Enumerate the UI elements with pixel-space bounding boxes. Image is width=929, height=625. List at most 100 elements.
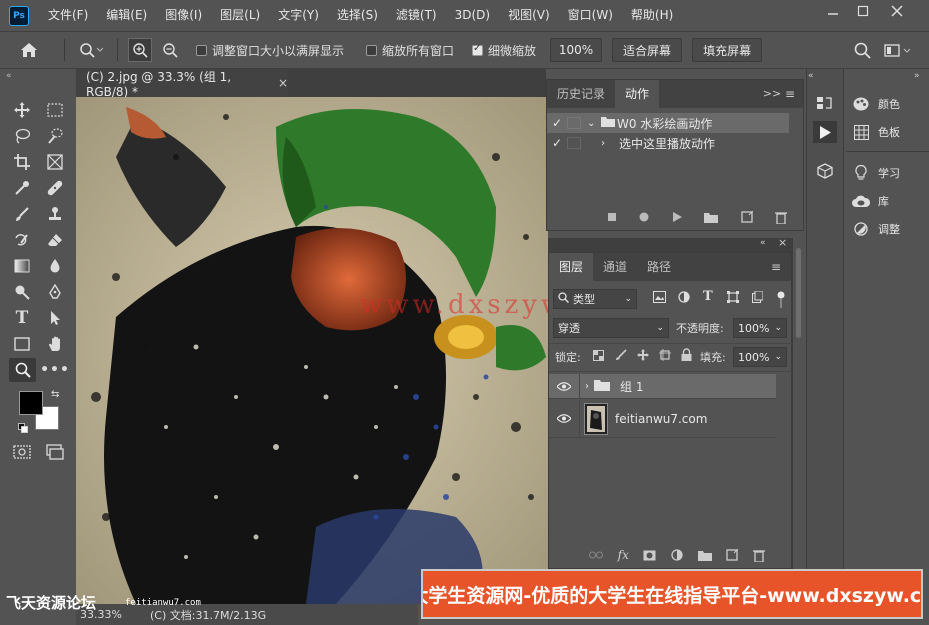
filter-shape-icon[interactable] [727, 291, 739, 306]
zoom-in-icon[interactable] [128, 38, 152, 62]
eyedropper-tool-icon[interactable] [10, 177, 34, 199]
document-tab[interactable]: (C) 2.jpg @ 33.3% (组 1, RGB/8) * × [76, 69, 288, 99]
tab-paths[interactable]: 路径 [637, 253, 681, 281]
menu-filter[interactable]: 滤镜(T) [387, 0, 446, 31]
delete-layer-trash-icon[interactable] [752, 549, 765, 562]
filter-type-icon[interactable]: T [703, 289, 713, 304]
document-canvas[interactable] [76, 97, 548, 604]
delete-trash-icon[interactable] [774, 211, 787, 224]
collapse-dock-icon[interactable]: » [914, 71, 920, 81]
blend-mode-select[interactable]: 穿透 ⌄ [553, 318, 669, 338]
quick-selection-tool-icon[interactable] [43, 125, 67, 147]
menu-3d[interactable]: 3D(D) [446, 0, 499, 31]
action-toggle-check-icon[interactable]: ✓ [547, 136, 567, 150]
clone-stamp-tool-icon[interactable] [43, 203, 67, 225]
scrubby-zoom-option[interactable]: 细微缩放 [472, 42, 536, 59]
stop-icon[interactable] [607, 212, 617, 222]
zoom-tool-preset-icon[interactable] [71, 42, 111, 58]
layer-name[interactable]: feitianwu7.com [615, 412, 707, 426]
screen-mode-icon[interactable] [43, 441, 67, 463]
fx-icon[interactable]: fx [618, 548, 629, 562]
collapse-toolbar-icon[interactable]: « [6, 71, 12, 81]
collapse-chevron-icon[interactable]: › [601, 138, 619, 149]
action-toggle-check-icon[interactable]: ✓ [547, 116, 567, 130]
panel-menu-icon[interactable]: ≡ [785, 80, 803, 108]
layer-name[interactable]: 组 1 [620, 378, 643, 395]
filter-toggle[interactable] [777, 289, 785, 309]
search-icon[interactable] [854, 42, 872, 63]
lock-position-icon[interactable] [637, 349, 649, 364]
menu-window[interactable]: 窗口(W) [559, 0, 622, 31]
workspace-icon[interactable] [884, 43, 914, 62]
brush-tool-icon[interactable] [10, 203, 34, 225]
new-action-icon[interactable] [740, 211, 753, 223]
lock-transparent-icon[interactable] [593, 350, 604, 364]
default-colors-icon[interactable] [18, 422, 28, 436]
lock-all-icon[interactable] [681, 348, 692, 364]
close-window-icon[interactable] [882, 0, 912, 22]
expand-group-chevron-icon[interactable]: › [580, 381, 594, 392]
layer-row-group[interactable]: › 组 1 [549, 373, 776, 399]
resize-windows-checkbox[interactable] [196, 44, 207, 56]
layers-panel-menu-icon[interactable]: ≡ [771, 253, 791, 281]
scrollbar-thumb[interactable] [796, 248, 801, 338]
home-icon[interactable] [0, 42, 58, 58]
maximize-icon[interactable] [848, 0, 878, 22]
menu-type[interactable]: 文字(Y) [269, 0, 328, 31]
zoom-value-field[interactable]: 100% [550, 38, 603, 62]
dock-swatches[interactable]: 色板 [852, 121, 900, 143]
zoom-all-checkbox[interactable] [366, 44, 378, 56]
history-brush-tool-icon[interactable] [10, 229, 34, 251]
lock-image-brush-icon[interactable] [615, 349, 627, 364]
filter-smart-object-icon[interactable] [752, 290, 764, 306]
expand-chevron-icon[interactable]: ⌄ [587, 118, 601, 129]
link-layers-icon[interactable] [589, 551, 603, 559]
gradient-tool-icon[interactable] [10, 255, 34, 277]
filter-pixel-icon[interactable] [653, 291, 666, 306]
dock-color[interactable]: 颜色 [852, 93, 900, 115]
dialog-toggle[interactable] [567, 117, 581, 129]
dock-adjustments[interactable]: 调整 [852, 218, 900, 240]
fit-screen-button[interactable]: 适合屏幕 [612, 38, 683, 62]
close-document-icon[interactable]: × [278, 76, 288, 90]
menu-file[interactable]: 文件(F) [39, 0, 97, 31]
action-set-row[interactable]: ✓ ⌄ W0 水彩绘画动作 [547, 113, 789, 133]
fill-screen-button[interactable]: 填充屏幕 [692, 38, 763, 62]
pen-tool-icon[interactable] [43, 281, 67, 303]
new-layer-icon[interactable] [726, 549, 739, 561]
menu-select[interactable]: 选择(S) [328, 0, 387, 31]
dock-libraries[interactable]: 库 [852, 190, 889, 212]
resize-windows-option[interactable]: 调整窗口大小以满屏显示 [196, 42, 344, 59]
expand-dock-icon[interactable]: « [808, 71, 814, 81]
rectangle-tool-icon[interactable] [10, 333, 34, 355]
move-tool-icon[interactable] [10, 99, 34, 121]
zoom-all-option[interactable]: 缩放所有窗口 [366, 42, 454, 59]
opacity-field[interactable]: 100% ⌄ [733, 318, 787, 338]
new-adjustment-layer-icon[interactable] [671, 549, 683, 561]
close-panel-icon[interactable]: × [778, 236, 787, 249]
visibility-eye-icon[interactable] [549, 414, 579, 423]
crop-tool-icon[interactable] [10, 151, 34, 173]
menu-image[interactable]: 图像(I) [156, 0, 211, 31]
record-icon[interactable] [639, 212, 649, 222]
visibility-eye-icon[interactable] [549, 381, 579, 391]
layer-row-pixel[interactable]: feitianwu7.com [549, 399, 776, 438]
minimize-icon[interactable] [818, 0, 848, 22]
quick-mask-icon[interactable] [10, 441, 34, 463]
foreground-color-swatch[interactable] [19, 391, 43, 415]
lock-artboard-icon[interactable] [659, 349, 671, 364]
zoom-out-icon[interactable] [158, 38, 182, 62]
menu-edit[interactable]: 编辑(E) [97, 0, 156, 31]
expand-panel-icon[interactable]: >> [759, 80, 785, 108]
dock-learn[interactable]: 学习 [852, 162, 900, 184]
filter-kind-select[interactable]: 类型 ⌄ [553, 289, 637, 309]
path-selection-tool-icon[interactable] [43, 307, 67, 329]
tab-layers[interactable]: 图层 [549, 253, 594, 281]
scrubby-zoom-checkbox[interactable] [472, 43, 484, 56]
layers-scrollbar[interactable] [792, 238, 804, 569]
tab-channels[interactable]: 通道 [593, 253, 637, 281]
tab-actions[interactable]: 动作 [615, 80, 660, 108]
dialog-toggle[interactable] [567, 137, 581, 149]
menu-layer[interactable]: 图层(L) [211, 0, 269, 31]
marquee-tool-icon[interactable] [43, 99, 67, 121]
